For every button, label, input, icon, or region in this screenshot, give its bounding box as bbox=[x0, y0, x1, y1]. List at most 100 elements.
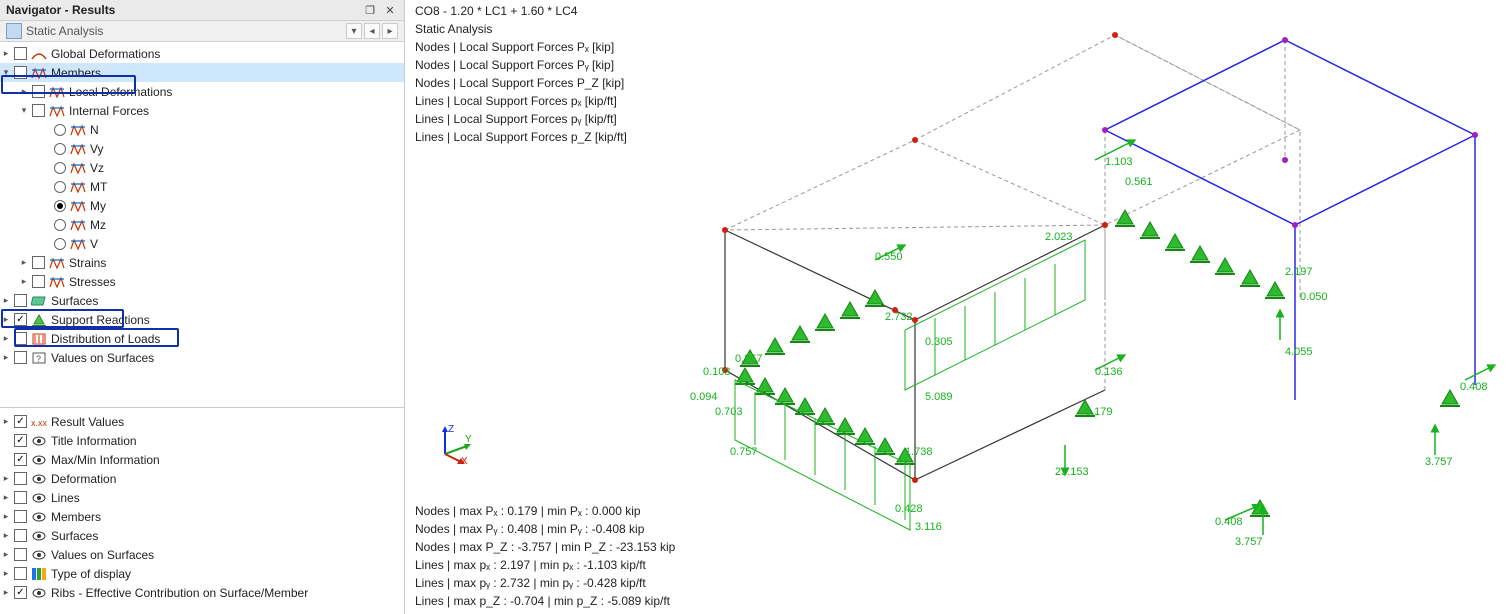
checkbox[interactable] bbox=[14, 510, 27, 523]
checkbox[interactable] bbox=[14, 313, 27, 326]
tree-item-stresses[interactable]: ▸ Stresses bbox=[0, 272, 404, 291]
radio[interactable] bbox=[54, 124, 66, 136]
checkbox[interactable] bbox=[14, 415, 27, 428]
caret-icon[interactable]: ▸ bbox=[0, 587, 12, 599]
display-item-values-on-surfaces[interactable]: ▸ Values on Surfaces bbox=[0, 545, 404, 564]
tree-item-vy[interactable]: Vy bbox=[0, 139, 404, 158]
svg-text:0.757: 0.757 bbox=[730, 446, 758, 458]
svg-text:1.738: 1.738 bbox=[905, 446, 933, 458]
checkbox[interactable] bbox=[14, 294, 27, 307]
display-item-deformation[interactable]: ▸ Deformation bbox=[0, 469, 404, 488]
display-item-members[interactable]: ▸ Members bbox=[0, 507, 404, 526]
analysis-dropdown[interactable]: Static Analysis ▾ ◂ ▸ bbox=[0, 21, 404, 42]
caret-icon[interactable]: ▸ bbox=[0, 530, 12, 542]
checkbox[interactable] bbox=[14, 66, 27, 79]
caret-icon[interactable]: ▸ bbox=[0, 549, 12, 561]
radio[interactable] bbox=[54, 181, 66, 193]
checkbox[interactable] bbox=[14, 491, 27, 504]
chevron-down-icon[interactable]: ▾ bbox=[346, 23, 362, 39]
svg-text:0.550: 0.550 bbox=[875, 251, 903, 263]
tree-item-global-deformations[interactable]: ▸ Global Deformations bbox=[0, 44, 404, 63]
checkbox[interactable] bbox=[14, 472, 27, 485]
caret-icon[interactable]: ▸ bbox=[0, 511, 12, 523]
tree-item-vz[interactable]: Vz bbox=[0, 158, 404, 177]
tree-item-surfaces[interactable]: ▸ Surfaces bbox=[0, 291, 404, 310]
checkbox[interactable] bbox=[14, 434, 27, 447]
checkbox[interactable] bbox=[14, 548, 27, 561]
svg-text:2.023: 2.023 bbox=[1045, 231, 1073, 243]
svg-text:0.305: 0.305 bbox=[925, 336, 953, 348]
caret-icon[interactable]: ▸ bbox=[18, 276, 30, 288]
checkbox[interactable] bbox=[14, 567, 27, 580]
display-item-lines[interactable]: ▸ Lines bbox=[0, 488, 404, 507]
caret-icon[interactable]: ▸ bbox=[18, 86, 30, 98]
tree-item-strains[interactable]: ▸ Strains bbox=[0, 253, 404, 272]
eye-icon bbox=[31, 529, 47, 543]
tree-item-members[interactable]: ▾ Members bbox=[0, 63, 404, 82]
svg-text:0.050: 0.050 bbox=[1300, 291, 1328, 303]
tree-item-local-deformations[interactable]: ▸ Local Deformations bbox=[0, 82, 404, 101]
display-item-maxmin-information[interactable]: ▸ Max/Min Information bbox=[0, 450, 404, 469]
checkbox[interactable] bbox=[14, 453, 27, 466]
svg-text:0.408: 0.408 bbox=[1215, 516, 1243, 528]
pin-icon[interactable]: ❐ bbox=[362, 2, 378, 18]
nav-prev-icon[interactable]: ◂ bbox=[364, 23, 380, 39]
caret-icon[interactable]: ▸ bbox=[18, 257, 30, 269]
caret-icon[interactable]: ▸ bbox=[0, 314, 12, 326]
display-item-title-information[interactable]: ▸ Title Information bbox=[0, 431, 404, 450]
tree-item-values-on-surfaces[interactable]: ▸ ? Values on Surfaces bbox=[0, 348, 404, 367]
svg-text:2.732: 2.732 bbox=[885, 311, 913, 323]
values-icon: x.xx bbox=[31, 415, 47, 429]
tree-item-internal-forces[interactable]: ▾ Internal Forces bbox=[0, 101, 404, 120]
radio[interactable] bbox=[54, 200, 66, 212]
tree-item-support-reactions[interactable]: ▸ Support Reactions bbox=[0, 310, 404, 329]
radio[interactable] bbox=[54, 219, 66, 231]
checkbox[interactable] bbox=[14, 351, 27, 364]
checkbox[interactable] bbox=[14, 586, 27, 599]
navigator-panel: Navigator - Results ❐ ✕ Static Analysis … bbox=[0, 0, 405, 614]
checkbox[interactable] bbox=[14, 332, 27, 345]
tree-item-n[interactable]: N bbox=[0, 120, 404, 139]
caret-icon[interactable]: ▾ bbox=[18, 105, 30, 117]
checkbox[interactable] bbox=[14, 529, 27, 542]
caret-icon[interactable]: ▸ bbox=[0, 295, 12, 307]
display-item-surfaces[interactable]: ▸ Surfaces bbox=[0, 526, 404, 545]
model-viewport[interactable]: CO8 - 1.20 * LC1 + 1.60 * LC4 Static Ana… bbox=[405, 0, 1512, 614]
results-tree: ▸ Global Deformations ▾ Members ▸ Local … bbox=[0, 42, 404, 614]
caret-icon[interactable]: ▸ bbox=[0, 333, 12, 345]
caret-icon[interactable]: ▸ bbox=[0, 352, 12, 364]
checkbox[interactable] bbox=[14, 47, 27, 60]
display-item-type-of-display[interactable]: ▸ Type of display bbox=[0, 564, 404, 583]
structural-model: 0.550 1.103 0.561 2.023 2.197 0.050 2.73… bbox=[405, 0, 1512, 614]
nav-next-icon[interactable]: ▸ bbox=[382, 23, 398, 39]
close-icon[interactable]: ✕ bbox=[382, 2, 398, 18]
analysis-icon bbox=[6, 23, 22, 39]
caret-icon[interactable]: ▸ bbox=[0, 416, 12, 428]
checkbox[interactable] bbox=[32, 104, 45, 117]
tree-item-my[interactable]: My bbox=[0, 196, 404, 215]
eye-icon bbox=[31, 548, 47, 562]
tree-item-v[interactable]: V bbox=[0, 234, 404, 253]
tree-item-mt[interactable]: MT bbox=[0, 177, 404, 196]
radio[interactable] bbox=[54, 238, 66, 250]
tree-item-distribution-of-loads[interactable]: ▸ Distribution of Loads bbox=[0, 329, 404, 348]
force-icon bbox=[49, 104, 65, 118]
caret-icon[interactable]: ▸ bbox=[0, 492, 12, 504]
caret-icon[interactable]: ▸ bbox=[0, 568, 12, 580]
display-item-result-values[interactable]: ▸ x.xx Result Values bbox=[0, 412, 404, 431]
display-item-ribs[interactable]: ▸ Ribs - Effective Contribution on Surfa… bbox=[0, 583, 404, 602]
checkbox[interactable] bbox=[32, 275, 45, 288]
caret-icon[interactable]: ▾ bbox=[0, 67, 12, 79]
radio[interactable] bbox=[54, 162, 66, 174]
values-icon: ? bbox=[31, 351, 47, 365]
caret-icon[interactable]: ▸ bbox=[0, 48, 12, 60]
svg-text:0.179: 0.179 bbox=[1085, 406, 1113, 418]
checkbox[interactable] bbox=[32, 256, 45, 269]
navigator-header: Navigator - Results ❐ ✕ bbox=[0, 0, 404, 21]
checkbox[interactable] bbox=[32, 85, 45, 98]
caret-icon[interactable]: ▸ bbox=[0, 473, 12, 485]
tree-item-mz[interactable]: Mz bbox=[0, 215, 404, 234]
palette-icon bbox=[31, 567, 47, 581]
radio[interactable] bbox=[54, 143, 66, 155]
support-icon bbox=[31, 313, 47, 327]
